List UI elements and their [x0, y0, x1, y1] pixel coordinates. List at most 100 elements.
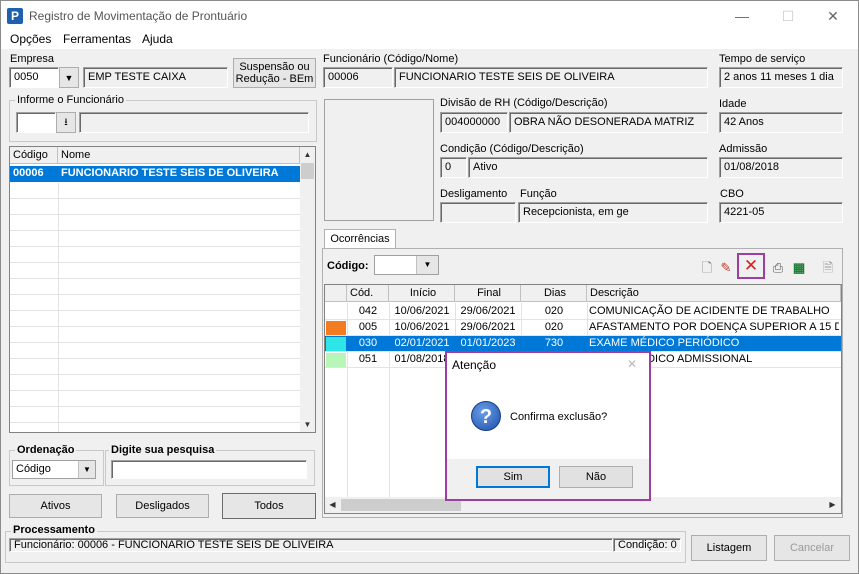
cbo-field: 4221-05 — [719, 202, 843, 223]
table-row[interactable]: 00006 FUNCIONARIO TESTE SEIS DE OLIVEIRA — [10, 166, 300, 182]
cell-dias: 730 — [544, 337, 564, 349]
cell-cod: 042 — [358, 305, 378, 317]
cell-final: 01/01/2023 — [460, 337, 516, 349]
cell-inicio: 02/01/2021 — [394, 337, 450, 349]
ordenacao-label: Ordenação — [15, 444, 77, 456]
cell-inicio: 10/06/2021 — [394, 321, 450, 333]
column-header-codigo[interactable]: Código — [10, 147, 58, 164]
cell-inicio: 10/06/2021 — [394, 305, 450, 317]
column-header-cod[interactable]: Cód. — [347, 285, 389, 302]
search-input[interactable] — [111, 460, 307, 479]
empresa-label: Empresa — [10, 53, 55, 65]
download-arrow-icon: ⭳ — [64, 116, 68, 128]
dialog-yes-button[interactable]: Sim — [476, 466, 550, 488]
scroll-down-icon[interactable]: ▼ — [300, 417, 315, 432]
desligamento-field — [440, 202, 516, 223]
chevron-down-icon[interactable]: ▼ — [416, 256, 438, 274]
scroll-thumb[interactable] — [341, 499, 461, 511]
suspensao-reducao-button[interactable]: Suspensão ou Redução - BEm — [233, 58, 316, 88]
informe-search-button[interactable]: ⭳ — [56, 112, 76, 133]
status-color-swatch — [326, 321, 346, 335]
tab-ocorrencias[interactable]: Ocorrências — [324, 229, 396, 249]
condicao-desc-field: Ativo — [468, 157, 708, 178]
employee-list-scrollbar[interactable]: ▲ ▼ — [300, 147, 315, 432]
informe-name-field — [79, 112, 309, 133]
ativos-button[interactable]: Ativos — [9, 494, 102, 518]
table-row[interactable]: 005 10/06/2021 29/06/2021 020 AFASTAMENTO PO… — [325, 320, 841, 336]
cell-cod: 051 — [358, 353, 378, 365]
dialog-message: Confirma exclusão? — [510, 411, 608, 423]
dialog-close-icon[interactable]: ✕ — [627, 357, 637, 371]
menu-ferramentas[interactable]: Ferramentas — [63, 32, 131, 46]
app-logo-icon: P — [7, 8, 23, 24]
report-icon[interactable]: 🗎 — [819, 259, 837, 277]
table-row[interactable]: 030 02/01/2021 01/01/2023 730 EXAME MÉDICO P… — [325, 336, 841, 352]
employee-name: FUNCIONARIO TESTE SEIS DE OLIVEIRA — [61, 167, 279, 179]
tempo-servico-field: 2 anos 11 meses 1 dia — [719, 67, 843, 88]
empresa-code-field[interactable]: 0050 — [9, 67, 59, 88]
minimize-button[interactable]: — — [727, 5, 757, 27]
chevron-down-icon[interactable]: ▼ — [78, 461, 95, 478]
status-color-swatch — [326, 305, 346, 319]
todos-button[interactable]: Todos — [222, 493, 316, 519]
funcao-label: Função — [520, 188, 557, 200]
condicao-code-field: 0 — [440, 157, 467, 178]
divisao-desc-field: OBRA NÃO DESONERADA MATRIZ — [509, 112, 708, 133]
admissao-field: 01/08/2018 — [719, 157, 843, 178]
menu-ajuda[interactable]: Ajuda — [142, 32, 173, 46]
divisao-code-field: 004000000 — [440, 112, 508, 133]
desligamento-label: Desligamento — [440, 188, 508, 200]
cell-final: 29/06/2021 — [460, 305, 516, 317]
scroll-right-icon[interactable]: ▶ — [825, 497, 840, 512]
scroll-left-icon[interactable]: ◀ — [325, 497, 340, 512]
empresa-name-field: EMP TESTE CAIXA — [83, 67, 228, 88]
column-header-final[interactable]: Final — [455, 285, 521, 302]
column-header-nome[interactable]: Nome — [58, 147, 300, 164]
close-button[interactable]: ✕ — [818, 5, 848, 27]
confirm-dialog: Atenção ✕ ? Confirma exclusão? Sim Não — [445, 351, 651, 501]
menu-opcoes[interactable]: Opções — [10, 32, 51, 46]
excel-export-icon[interactable]: ▦ — [790, 259, 808, 277]
funcionario-label: Funcionário (Código/Nome) — [323, 53, 459, 65]
column-header-dias[interactable]: Dias — [521, 285, 587, 302]
idade-label: Idade — [719, 98, 747, 110]
ordenacao-select[interactable]: Código ▼ — [12, 460, 96, 479]
listagem-button[interactable]: Listagem — [691, 535, 767, 561]
menu-bar: Opções Ferramentas Ajuda — [1, 31, 858, 49]
maximize-button[interactable]: ☐ — [773, 5, 803, 27]
cell-cod: 030 — [358, 337, 378, 349]
cbo-label: CBO — [720, 188, 744, 200]
table-row[interactable]: 042 10/06/2021 29/06/2021 020 COMUNICAÇÃO DE… — [325, 304, 841, 320]
idade-field: 42 Anos — [719, 112, 843, 133]
admissao-label: Admissão — [719, 143, 768, 155]
processamento-condicao: Condição: 0 — [613, 538, 681, 552]
printer-icon[interactable]: ⎙ — [769, 259, 787, 277]
column-header-color — [325, 285, 347, 302]
divisao-label: Divisão de RH (Código/Descrição) — [440, 97, 608, 109]
funcao-field: Recepcionista, em ge — [518, 202, 708, 223]
codigo-select[interactable]: ▼ — [374, 255, 439, 275]
cell-desc: AFASTAMENTO POR DOENÇA SUPERIOR A 15 DIA… — [589, 321, 839, 333]
informe-code-input[interactable] — [16, 112, 56, 133]
employee-list-grid[interactable]: Código Nome 00006 FUNCIONARIO TESTE SEIS… — [9, 146, 316, 433]
empresa-dropdown-button[interactable]: ▼ — [59, 67, 79, 88]
search-label: Digite sua pesquisa — [109, 444, 217, 456]
delete-x-icon[interactable]: ✕ — [742, 257, 760, 275]
employee-code: 00006 — [13, 167, 44, 179]
funcionario-name-field: FUNCIONARIO TESTE SEIS DE OLIVEIRA — [394, 67, 708, 88]
desligados-button[interactable]: Desligados — [116, 494, 209, 518]
cell-cod: 005 — [358, 321, 378, 333]
new-document-icon[interactable]: 🗋 — [698, 259, 716, 277]
cell-dias: 020 — [544, 321, 564, 333]
edit-pencil-icon[interactable]: ✎ — [717, 259, 735, 277]
cell-desc: EXAME MÉDICO PERIÓDICO — [589, 337, 740, 349]
dialog-no-button[interactable]: Não — [559, 466, 633, 488]
chevron-down-icon: ▼ — [64, 72, 74, 83]
column-header-inicio[interactable]: Início — [389, 285, 455, 302]
scroll-thumb[interactable] — [301, 163, 314, 179]
question-icon: ? — [471, 401, 501, 431]
cell-dias: 020 — [544, 305, 564, 317]
cancelar-button[interactable]: Cancelar — [774, 535, 850, 561]
scroll-up-icon[interactable]: ▲ — [300, 147, 315, 162]
column-header-descricao[interactable]: Descrição — [587, 285, 841, 302]
